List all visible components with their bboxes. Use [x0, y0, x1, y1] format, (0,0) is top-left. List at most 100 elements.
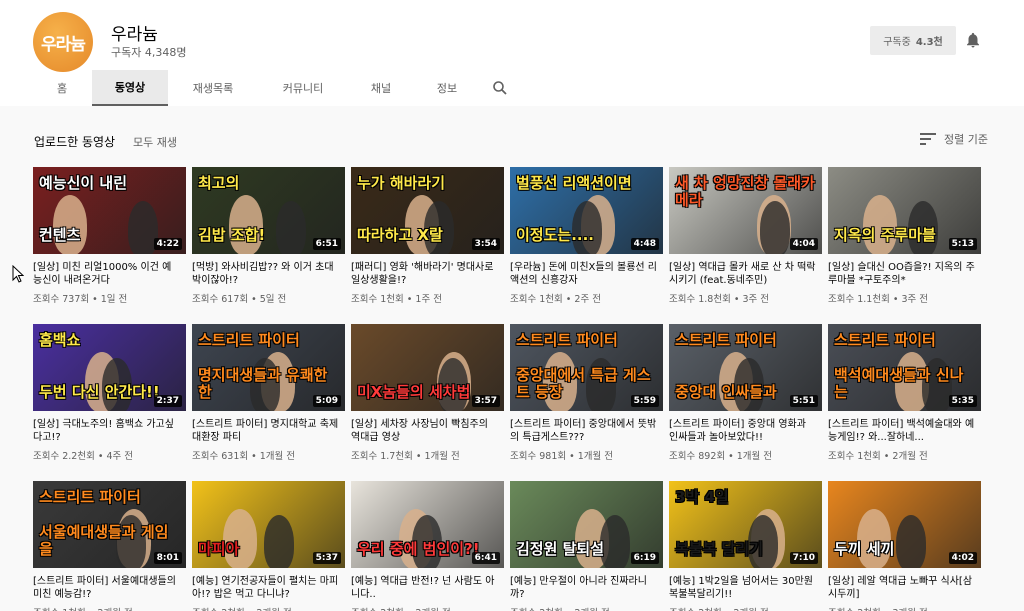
video-card[interactable]: 스트리트 파이터 명지대생들과 유쾌한 한 5:09 [스트리트 파이터] 명지대학교…	[192, 324, 345, 481]
video-card[interactable]: 홈백쇼 두번 다신 안간다!! 2:37 [일상] 극대노주의! 홈백쇼 가고싶다고!…	[33, 324, 186, 481]
video-card[interactable]: 최고의 김밥 조합! 6:51 [먹방] 와사비김밥?? 와 이거 초대박이잖아!? 조…	[192, 167, 345, 324]
video-title[interactable]: [일상] 극대노주의! 홈백쇼 가고싶다고!?	[33, 418, 186, 444]
video-title[interactable]: [일상] 세차장 사장님이 빡침주의 역대급 영상	[351, 418, 504, 444]
sort-label: 정렬 기준	[944, 133, 988, 146]
video-title[interactable]: [스트리트 파이터] 명지대학교 축제 대환장 파티	[192, 418, 345, 444]
tab-5[interactable]: 정보	[414, 70, 480, 106]
video-title[interactable]: [패러디] 영화 '해바라기' 명대사로 일상생활을!?	[351, 261, 504, 287]
video-card[interactable]: 벌풍선 리액션이면 이정도는.... 4:48 [우라늄] 돈에 미친X들의 볼룡선 …	[510, 167, 663, 324]
video-card[interactable]: 예능신이 내린 컨텐츠 4:22 [일상] 미친 리얼1000% 이건 예능신이 내려…	[33, 167, 186, 324]
video-card[interactable]: 스트리트 파이터 서울예대생들과 게임을 8:01 [스트리트 파이터] 서울예대생들…	[33, 481, 186, 611]
video-thumbnail[interactable]: 누가 해바라기 따라하고 X랄 3:54	[351, 167, 504, 254]
search-icon[interactable]	[480, 70, 520, 106]
section-title: 업로드한 동영상	[34, 135, 116, 149]
video-thumbnail[interactable]: 벌풍선 리액션이면 이정도는.... 4:48	[510, 167, 663, 254]
video-thumbnail[interactable]: 홈백쇼 두번 다신 안간다!! 2:37	[33, 324, 186, 411]
video-thumbnail[interactable]: 두끼 세끼 4:02	[828, 481, 981, 568]
thumbnail-caption-top: 벌풍선 리액션이면	[516, 174, 632, 192]
video-duration: 8:01	[153, 552, 182, 564]
video-card[interactable]: 두끼 세끼4:02 [일상] 레알 역대급 노빠꾸 식사[삼시두끼] 조회수 2천회…	[828, 481, 981, 611]
video-duration: 4:02	[948, 552, 977, 564]
video-thumbnail[interactable]: 스트리트 파이터 중앙대 인싸들과 5:51	[669, 324, 822, 411]
video-duration: 3:57	[471, 395, 500, 407]
video-card[interactable]: 스트리트 파이터 백석예대생들과 신나는 5:35 [스트리트 파이터] 백석예술대와…	[828, 324, 981, 481]
video-thumbnail[interactable]: 미X놈들의 세차법 3:57	[351, 324, 504, 411]
video-title[interactable]: [스트리트 파이터] 중앙대에서 뜻밖의 특급게스트???	[510, 418, 663, 444]
video-title[interactable]: [일상] 슬대신 OO즙을?! 지옥의 주루마블 *구토주의*	[828, 261, 981, 287]
channel-tabs: 홈 동영상 재생목록 커뮤니티 채널 정보	[32, 70, 520, 106]
video-title[interactable]: [일상] 레알 역대급 노빠꾸 식사[삼시두끼]	[828, 575, 981, 601]
subscribe-button[interactable]: 구독중 4.3천	[870, 26, 956, 55]
video-thumbnail[interactable]: 김정원 탈퇴설 6:19	[510, 481, 663, 568]
video-thumbnail[interactable]: 스트리트 파이터 중앙대에서 특급 게스트 등장 5:59	[510, 324, 663, 411]
thumbnail-caption-top: 누가 해바라기	[357, 174, 446, 192]
video-card[interactable]: 3박 4일 복불복 달리기 7:10 [예능] 1박2일을 넘어서는 30만원 복불복…	[669, 481, 822, 611]
video-thumbnail[interactable]: 지옥의 주루마블 5:13	[828, 167, 981, 254]
video-title[interactable]: [먹방] 와사비김밥?? 와 이거 초대박이잖아!?	[192, 261, 345, 287]
subscribe-count: 4.3천	[915, 37, 943, 48]
mouse-cursor-icon	[12, 265, 24, 283]
tab-0[interactable]: 홈	[32, 70, 92, 106]
video-thumbnail[interactable]: 스트리트 파이터 서울예대생들과 게임을 8:01	[33, 481, 186, 568]
video-card[interactable]: 김정원 탈퇴설6:19 [예능] 만우절이 아니라 진짜라니까? 조회수 2천회 •…	[510, 481, 663, 611]
video-duration: 6:19	[630, 552, 659, 564]
video-card[interactable]: 우리 중에 범인이?! 6:41 [예능] 역대급 반전!? 넌 사람도 아니다..…	[351, 481, 504, 611]
video-card[interactable]: 스트리트 파이터 중앙대에서 특급 게스트 등장 5:59 [스트리트 파이터] 중앙…	[510, 324, 663, 481]
video-title[interactable]: [일상] 미친 리얼1000% 이건 예능신이 내려온거다	[33, 261, 186, 287]
video-title[interactable]: [예능] 1박2일을 넘어서는 30만원 복불복달리기!!	[669, 575, 822, 601]
tab-2[interactable]: 재생목록	[168, 70, 258, 106]
video-meta: 조회수 1천회 • 2개월 전	[33, 605, 186, 611]
tab-3[interactable]: 커뮤니티	[258, 70, 348, 106]
thumbnail-person-figure	[229, 195, 263, 254]
video-card[interactable]: 누가 해바라기 따라하고 X랄 3:54 [패러디] 영화 '해바라기' 명대사로 일…	[351, 167, 504, 324]
sort-button[interactable]: 정렬 기준	[920, 131, 988, 147]
video-thumbnail[interactable]: 우리 중에 범인이?! 6:41	[351, 481, 504, 568]
video-card[interactable]: 미X놈들의 세차법 3:57 [일상] 세차장 사장님이 빡침주의 역대급 영상조회…	[351, 324, 504, 481]
subscribe-label: 구독중	[883, 37, 911, 48]
video-thumbnail[interactable]: 스트리트 파이터 명지대생들과 유쾌한 한 5:09	[192, 324, 345, 411]
video-card[interactable]: 마피아 5:37 [예능] 연기전공자들이 펼치는 마피아!? 밥은 먹고 다니냐?…	[192, 481, 345, 611]
video-grid: 예능신이 내린 컨텐츠 4:22 [일상] 미친 리얼1000% 이건 예능신이 내려…	[33, 167, 993, 611]
video-title[interactable]: [예능] 역대급 반전!? 넌 사람도 아니다..	[351, 575, 504, 601]
video-meta: 조회수 2천회 • 2개월 전	[510, 605, 663, 611]
video-title[interactable]: [일상] 역대급 몰카 새로 산 차 떡락시키기 (feat.동네주민)	[669, 261, 822, 287]
video-duration: 6:51	[312, 238, 341, 250]
video-meta: 조회수 1.8천회 • 3주 전	[669, 294, 770, 305]
video-card[interactable]: 지옥의 주루마블 5:13 [일상] 슬대신 OO즙을?! 지옥의 주루마블 *구토…	[828, 167, 981, 324]
video-title[interactable]: [스트리트 파이터] 백석예술대와 예능게임!? 와...잘하네...	[828, 418, 981, 444]
thumbnail-caption-top: 스트리트 파이터	[198, 331, 300, 349]
subscriber-count: 구독자 4,348명	[111, 46, 187, 59]
video-thumbnail[interactable]: 마피아 5:37	[192, 481, 345, 568]
play-all-button[interactable]: 모두 재생	[133, 134, 177, 150]
video-meta: 조회수 617회 • 5일 전	[192, 294, 287, 305]
avatar-logo-text: 우라늄	[41, 34, 86, 55]
video-title[interactable]: [스트리트 파이터] 서울예대생들의 미친 예능감!?	[33, 575, 186, 601]
video-thumbnail[interactable]: 새 차 엉망진창 몰래카메라 4:04	[669, 167, 822, 254]
video-title[interactable]: [스트리트 파이터] 중앙대 영화과 인싸들과 놀아보았다!!	[669, 418, 822, 444]
video-duration: 5:09	[312, 395, 341, 407]
thumbnail-person-figure	[53, 195, 87, 254]
channel-avatar[interactable]: 우라늄	[33, 12, 93, 72]
thumbnail-caption-top: 홈백쇼	[39, 331, 81, 349]
video-thumbnail[interactable]: 예능신이 내린 컨텐츠 4:22	[33, 167, 186, 254]
video-title[interactable]: [예능] 만우절이 아니라 진짜라니까?	[510, 575, 663, 601]
video-thumbnail[interactable]: 최고의 김밥 조합! 6:51	[192, 167, 345, 254]
video-card[interactable]: 스트리트 파이터 중앙대 인싸들과 5:51 [스트리트 파이터] 중앙대 영화과 인…	[669, 324, 822, 481]
tab-4[interactable]: 채널	[348, 70, 414, 106]
video-meta: 조회수 1.7천회 • 1개월 전	[351, 451, 460, 462]
thumbnail-person-figure	[863, 195, 897, 254]
video-duration: 5:59	[630, 395, 659, 407]
video-title[interactable]: [예능] 연기전공자들이 펼치는 마피아!? 밥은 먹고 다니냐?	[192, 575, 345, 601]
video-meta: 조회수 981회 • 1개월 전	[510, 451, 614, 462]
notification-bell-icon[interactable]	[964, 31, 982, 49]
thumbnail-caption-top: 스트리트 파이터	[675, 331, 777, 349]
video-card[interactable]: 새 차 엉망진창 몰래카메라 4:04 [일상] 역대급 몰카 새로 산 차 떡락시…	[669, 167, 822, 324]
video-thumbnail[interactable]: 3박 4일 복불복 달리기 7:10	[669, 481, 822, 568]
video-meta: 조회수 1천회 • 2개월 전	[828, 451, 928, 462]
channel-name: 우라늄	[111, 25, 158, 45]
video-title[interactable]: [우라늄] 돈에 미친X들의 볼룡선 리액션의 신흥강자	[510, 261, 663, 287]
tab-1[interactable]: 동영상	[92, 70, 168, 106]
thumbnail-caption-top: 스트리트 파이터	[39, 488, 141, 506]
video-thumbnail[interactable]: 스트리트 파이터 백석예대생들과 신나는 5:35	[828, 324, 981, 411]
video-duration: 6:41	[471, 552, 500, 564]
